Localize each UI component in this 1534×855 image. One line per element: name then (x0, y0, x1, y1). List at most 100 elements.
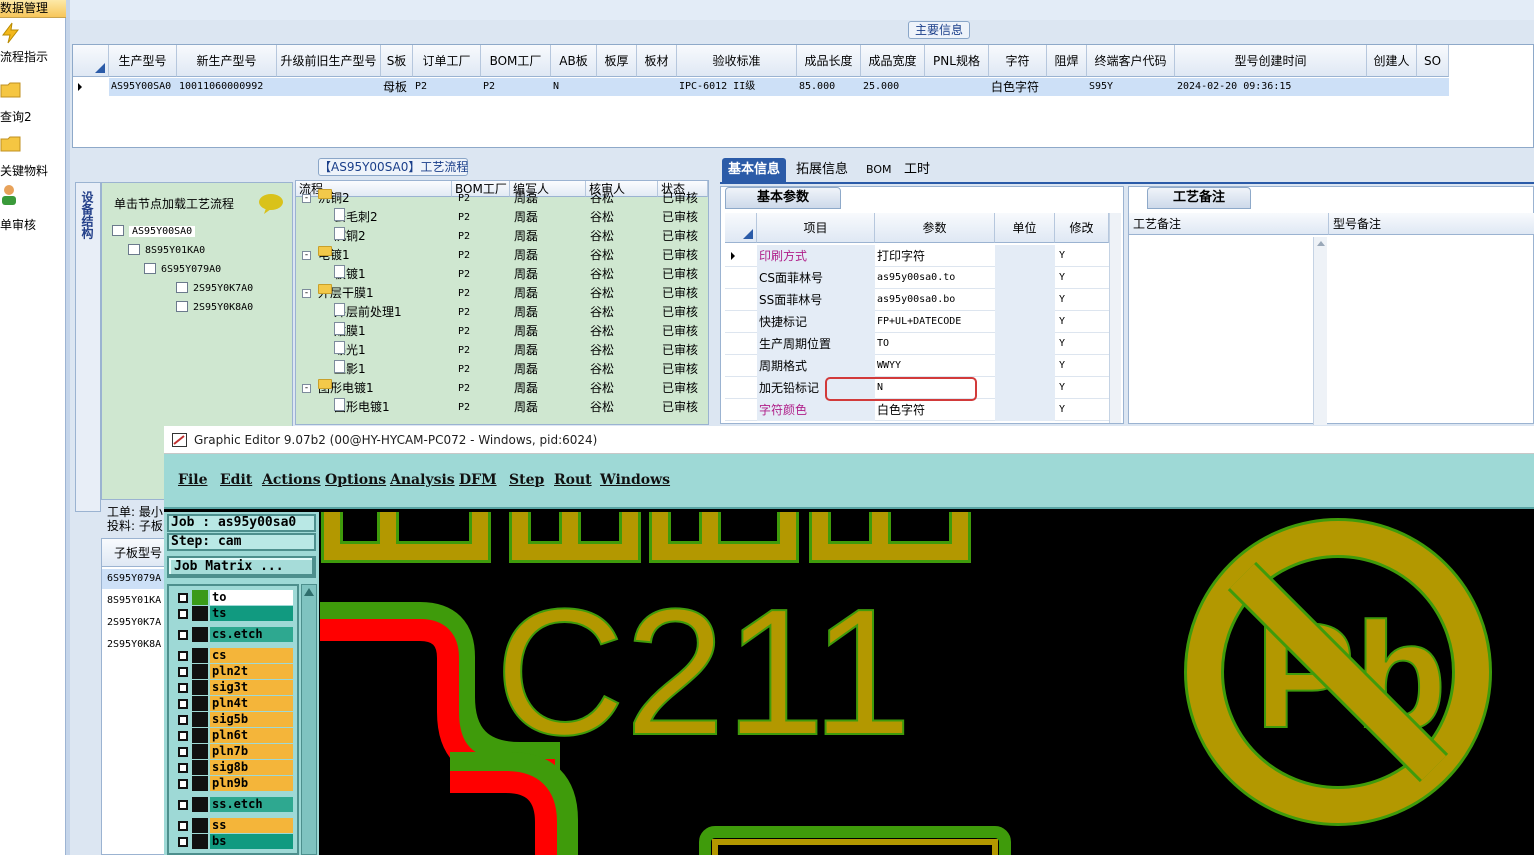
param-row[interactable]: 生产周期位置 TO Y (725, 333, 1109, 355)
param-row[interactable]: SS面菲林号 as95y00sa0.bo Y (725, 289, 1109, 311)
tab-extended-info[interactable]: 拓展信息 (790, 158, 854, 182)
nav-item-query2[interactable]: 查询2 (0, 78, 66, 128)
column-header[interactable]: 参数 (875, 213, 995, 243)
param-row[interactable]: 字符颜色 白色字符 Y (725, 399, 1109, 421)
tab-process-memo[interactable]: 工艺备注 (1147, 187, 1251, 209)
layer-scrollbar[interactable] (301, 584, 317, 855)
speech-bubble-icon[interactable] (258, 193, 284, 215)
layer-checkbox[interactable] (178, 593, 188, 603)
flow-row[interactable]: 贴膜1 P2 周磊 谷松 已审核 (296, 322, 698, 341)
flow-row[interactable]: 显影1 P2 周磊 谷松 已审核 (296, 360, 698, 379)
column-header[interactable]: 终端客户代码 (1087, 45, 1175, 77)
table-cell[interactable]: AS95Y00SA0 (109, 78, 177, 96)
tree-node[interactable]: 6S95Y079A0 (144, 261, 221, 279)
layer-checkbox[interactable] (178, 821, 188, 831)
list-item[interactable]: 2S95Y0K7A (102, 613, 166, 633)
tab-bom[interactable]: BOM (860, 158, 898, 182)
table-cell[interactable] (1417, 78, 1449, 96)
flow-row[interactable]: 外层前处理1 P2 周磊 谷松 已审核 (296, 303, 698, 322)
layer-checkbox[interactable] (178, 667, 188, 677)
scrollbar[interactable] (1313, 237, 1327, 425)
nav-header[interactable]: 数据管理 (0, 0, 66, 18)
flow-row[interactable]: 去毛刺2 P2 周磊 谷松 已审核 (296, 208, 698, 227)
table-cell[interactable]: P2 (413, 78, 481, 96)
column-header[interactable]: 型号创建时间 (1175, 45, 1367, 77)
table-cell[interactable]: 白色字符 (989, 78, 1047, 96)
param-row[interactable]: CS面菲林号 as95y00sa0.to Y (725, 267, 1109, 289)
menu-options[interactable]: Options (325, 472, 386, 488)
layer-checkbox[interactable] (178, 731, 188, 741)
nav-item-review[interactable]: 单审核 (0, 184, 66, 234)
layer-checkbox[interactable] (178, 630, 188, 640)
tab-basic-params[interactable]: 基本参数 (725, 187, 841, 209)
layer-row[interactable]: pln7b (175, 744, 293, 759)
layer-row[interactable]: cs.etch (175, 627, 293, 642)
column-header[interactable]: 验收标准 (677, 45, 797, 77)
table-cell[interactable]: S95Y (1087, 78, 1175, 96)
nav-item-flow[interactable]: 流程指示 (0, 22, 66, 72)
layer-row[interactable]: pln2t (175, 664, 293, 679)
column-header[interactable]: 修改 (1055, 213, 1109, 243)
param-row[interactable]: 快捷标记 FP+UL+DATECODE Y (725, 311, 1109, 333)
column-header[interactable]: AB板 (551, 45, 597, 77)
layer-row[interactable]: pln4t (175, 696, 293, 711)
layer-row[interactable]: ss (175, 818, 293, 833)
column-header[interactable]: 成品长度 (797, 45, 861, 77)
layer-row[interactable]: sig8b (175, 760, 293, 775)
table-cell[interactable] (277, 78, 381, 96)
table-cell[interactable]: N (551, 78, 597, 96)
pcb-canvas[interactable]: C211 Pb (320, 512, 1534, 855)
flow-row[interactable]: 沉铜2 P2 周磊 谷松 已审核 (296, 227, 698, 246)
window-titlebar[interactable]: Graphic Editor 9.07b2 (00@HY-HYCAM-PC072… (164, 426, 1534, 454)
layer-row[interactable]: cs (175, 648, 293, 663)
table-cell[interactable]: 25.000 (861, 78, 925, 96)
table-cell[interactable] (1047, 78, 1087, 96)
tab-basic-info[interactable]: 基本信息 (722, 158, 787, 182)
scrollbar[interactable] (1109, 213, 1121, 423)
flow-row[interactable]: - 沉铜2 P2 周磊 谷松 已审核 (296, 189, 698, 208)
list-item[interactable]: 2S95Y0K8A (102, 635, 166, 655)
layer-row[interactable]: sig5b (175, 712, 293, 727)
table-cell[interactable] (637, 78, 677, 96)
layer-checkbox[interactable] (178, 837, 188, 847)
list-item[interactable]: 6S95Y079A (102, 569, 166, 589)
param-row[interactable]: 印刷方式 打印字符 Y (725, 245, 1109, 267)
layer-row[interactable]: to (175, 590, 293, 605)
param-row[interactable]: 周期格式 WWYY Y (725, 355, 1109, 377)
layer-checkbox[interactable] (178, 763, 188, 773)
column-header[interactable]: 单位 (995, 213, 1055, 243)
tab-work-hours[interactable]: 工时 (898, 158, 936, 182)
column-header[interactable]: 项目 (757, 213, 875, 243)
table-cell[interactable]: 10011060000992 (177, 78, 277, 96)
layer-row[interactable]: sig3t (175, 680, 293, 695)
column-header[interactable]: PNL规格 (925, 45, 989, 77)
layer-checkbox[interactable] (178, 747, 188, 757)
column-header[interactable]: 板厚 (597, 45, 637, 77)
layer-checkbox[interactable] (178, 609, 188, 619)
column-header[interactable]: SO (1417, 45, 1449, 77)
menu-analysis[interactable]: Analysis (390, 472, 455, 488)
layer-checkbox[interactable] (178, 683, 188, 693)
collapse-toggle[interactable]: - (302, 194, 311, 203)
nav-item-key-material[interactable]: 关键物料 (0, 132, 66, 182)
column-header[interactable]: 生产型号 (109, 45, 177, 77)
menu-dfm[interactable]: DFM (459, 472, 497, 488)
column-header[interactable]: 子板型号 (102, 539, 166, 567)
collapse-toggle[interactable]: - (302, 289, 311, 298)
splitter[interactable] (66, 0, 70, 855)
table-cell[interactable]: 2024-02-20 09:36:15 (1175, 78, 1367, 96)
layer-checkbox[interactable] (178, 699, 188, 709)
flow-row[interactable]: - 图形电镀1 P2 周磊 谷松 已审核 (296, 379, 698, 398)
layer-row[interactable]: ts (175, 606, 293, 621)
tree-node[interactable]: AS95Y00SA0 (112, 223, 196, 241)
table-cell[interactable]: 85.000 (797, 78, 861, 96)
table-cell[interactable] (1367, 78, 1417, 96)
list-item[interactable]: 8S95Y01KA (102, 591, 166, 611)
table-cell[interactable] (597, 78, 637, 96)
menu-actions[interactable]: Actions (262, 472, 321, 488)
layer-checkbox[interactable] (178, 651, 188, 661)
menu-windows[interactable]: Windows (600, 472, 670, 488)
layer-checkbox[interactable] (178, 715, 188, 725)
column-header[interactable]: 订单工厂 (413, 45, 481, 77)
layer-checkbox[interactable] (178, 800, 188, 810)
